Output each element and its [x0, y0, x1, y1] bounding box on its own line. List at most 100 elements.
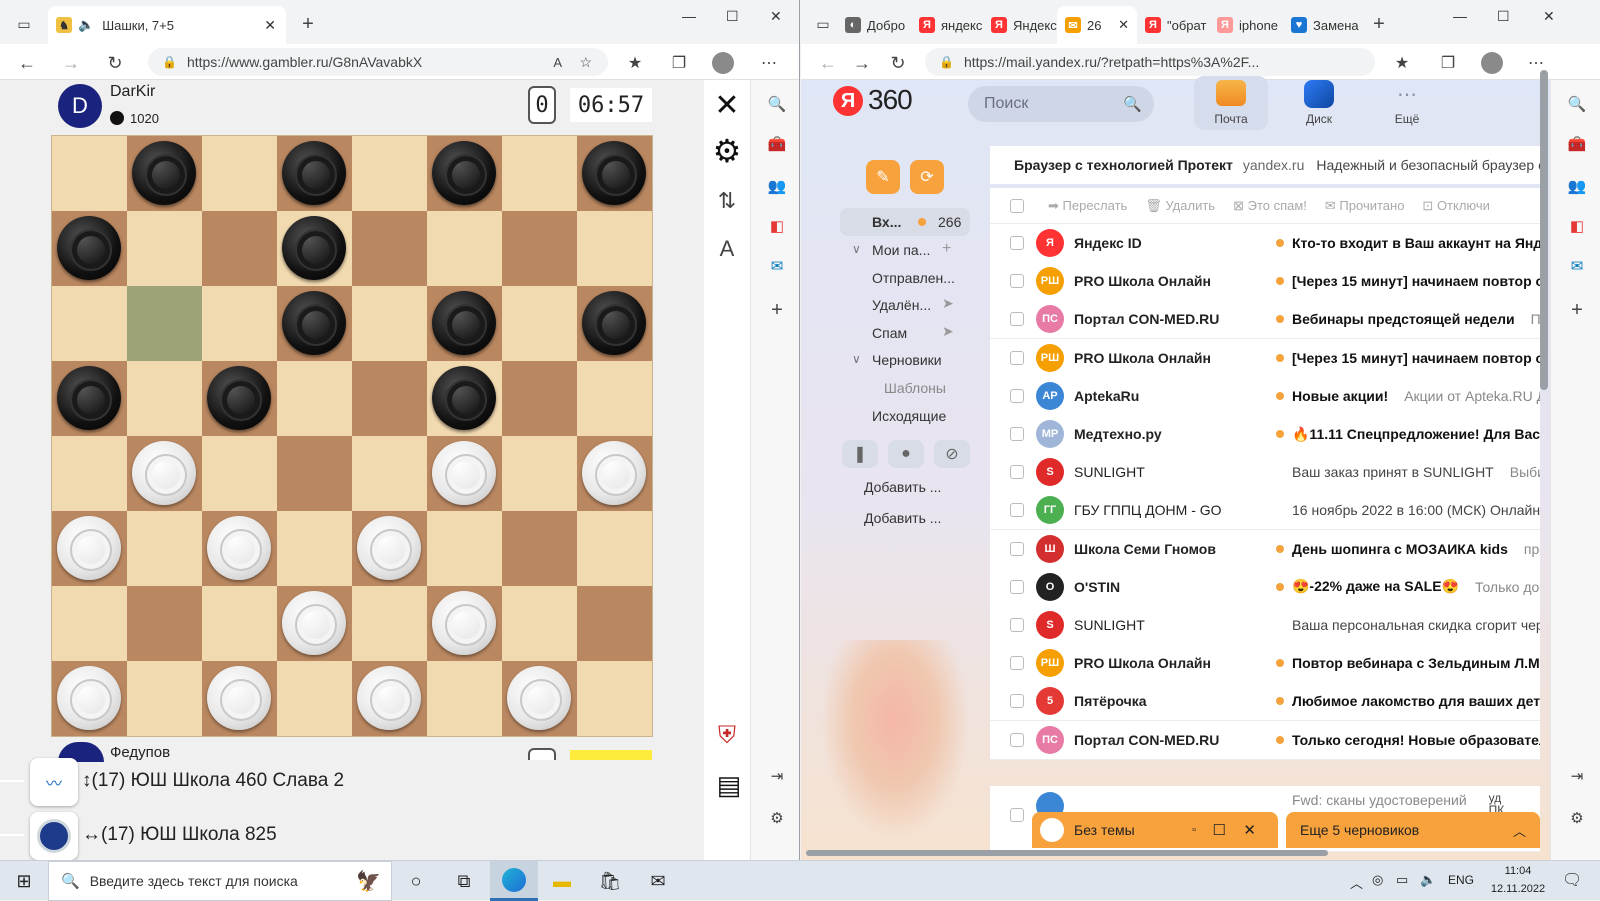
black-checker[interactable] [282, 216, 346, 280]
tab-close-icon[interactable]: ✕ [1118, 17, 1129, 33]
tab-2[interactable]: Яяндекс [911, 6, 983, 44]
row-checkbox[interactable] [1010, 388, 1024, 403]
white-checker[interactable] [432, 441, 496, 505]
board-square[interactable] [127, 211, 202, 286]
board-square[interactable] [352, 211, 427, 286]
collections-icon[interactable]: ❐ [1437, 52, 1459, 74]
board-square[interactable] [52, 511, 127, 586]
black-checker[interactable] [582, 141, 646, 205]
board-square[interactable] [352, 436, 427, 511]
minimize-icon[interactable]: — [682, 8, 696, 24]
close-draft-icon[interactable]: ✕ [1243, 821, 1256, 839]
app-disk[interactable]: Диск [1282, 76, 1356, 130]
board-square[interactable] [127, 661, 202, 736]
file-explorer-icon[interactable]: ▬ [538, 861, 586, 901]
email-row[interactable]: МР Медтехно.ру 🔥11.11 Спецпредложение! Для… [990, 415, 1540, 454]
clock-date[interactable]: 12.11.2022 [1486, 883, 1550, 895]
board-square[interactable] [577, 361, 652, 436]
url-field[interactable]: 🔒 https://mail.yandex.ru/?retpath=https%… [925, 48, 1375, 76]
close-window-icon[interactable]: ✕ [1543, 8, 1555, 25]
board-square[interactable] [352, 136, 427, 211]
board-square[interactable] [577, 211, 652, 286]
cortana-icon[interactable]: ○ [392, 861, 440, 901]
board-square[interactable] [202, 286, 277, 361]
board-square[interactable] [52, 586, 127, 661]
folder-my-folders[interactable]: Мои па... [872, 242, 930, 258]
favorites-icon[interactable]: ★ [624, 52, 646, 74]
tab-5[interactable]: Я "обрат [1137, 6, 1209, 44]
black-checker[interactable] [57, 366, 121, 430]
hide-sidebar-icon[interactable]: ⇥ [1563, 762, 1591, 790]
tab-1[interactable]: ◐ Добро [837, 6, 911, 44]
search-icon[interactable]: 🔍 [763, 90, 791, 118]
more-drafts-bar[interactable]: Еще 5 черновиков ︿ [1286, 812, 1540, 848]
mark-read-button[interactable]: ✉ Прочитано [1325, 198, 1405, 214]
favorite-add-icon[interactable]: ☆ [579, 54, 592, 71]
refresh-mail-icon[interactable]: ⟳ [910, 160, 944, 194]
email-row[interactable]: S SUNLIGHT Ваш заказ принят в SUNLIGHT Выби… [990, 453, 1540, 493]
unread-dot[interactable] [1276, 277, 1284, 286]
folder-drafts[interactable]: Черновики [872, 352, 942, 368]
white-checker[interactable] [132, 441, 196, 505]
board-square[interactable] [502, 211, 577, 286]
unread-dot[interactable] [1276, 544, 1284, 553]
unsubscribe-button[interactable]: ⊡ Отключи [1422, 198, 1490, 214]
folder-sent[interactable]: Отправлен... [872, 270, 955, 286]
unread-dot[interactable] [1276, 582, 1284, 591]
board-square[interactable] [202, 511, 277, 586]
unread-dot[interactable] [1276, 697, 1284, 706]
add-label-link[interactable]: Добавить ... [864, 479, 941, 495]
maximize-icon[interactable]: ☐ [726, 8, 739, 25]
font-icon[interactable]: A [710, 232, 744, 266]
unread-dot[interactable] [1276, 239, 1284, 247]
shield-icon[interactable]: ⛨ [712, 718, 742, 754]
board-square[interactable] [577, 436, 652, 511]
camera-icon[interactable]: ◎ [1372, 872, 1383, 888]
tools-icon[interactable]: 🧰 [763, 130, 791, 158]
black-checker[interactable] [582, 291, 646, 355]
board-square[interactable] [202, 361, 277, 436]
outlook-icon[interactable]: ✉ [1563, 252, 1591, 280]
add-folder-icon[interactable]: + [942, 240, 951, 258]
new-tab-icon[interactable]: + [1367, 12, 1391, 36]
back-icon[interactable]: ← [16, 52, 38, 74]
attachment-filter-icon[interactable]: ⊘ [934, 440, 970, 468]
language-indicator[interactable]: ENG [1448, 873, 1474, 887]
board-square[interactable] [202, 211, 277, 286]
gear-icon[interactable]: ⚙ [710, 133, 744, 169]
board-square[interactable] [52, 661, 127, 736]
compose-icon[interactable]: ✎ [866, 160, 900, 194]
board-square[interactable] [502, 661, 577, 736]
black-checker[interactable] [282, 291, 346, 355]
email-row[interactable]: S SUNLIGHT Ваша персональная скидка сгорит… [990, 606, 1540, 645]
board-square[interactable] [277, 361, 352, 436]
board-square[interactable] [127, 286, 202, 361]
checkers-board[interactable] [52, 136, 652, 736]
unread-dot[interactable] [1276, 735, 1284, 744]
forward-icon[interactable]: → [60, 52, 82, 74]
email-row[interactable]: AP AptekaRu Новые акции! Акции от Apteka.RU… [990, 376, 1540, 416]
store-icon[interactable]: 🛍 [586, 861, 634, 901]
tab-6[interactable]: Яiphone [1209, 6, 1283, 44]
chevron-up-icon[interactable]: ︿ [1513, 821, 1526, 840]
black-checker[interactable] [432, 141, 496, 205]
tab-3[interactable]: Я Яндекс [983, 6, 1057, 44]
profile-avatar[interactable] [712, 52, 734, 74]
delete-button[interactable]: 🗑 Удалить [1145, 198, 1215, 214]
email-row[interactable]: Я Яндекс ID Кто-то входит в Ваш аккаунт на… [990, 224, 1540, 263]
folder-spam[interactable]: Спам [872, 325, 907, 341]
board-square[interactable] [427, 511, 502, 586]
board-square[interactable] [277, 586, 352, 661]
board-square[interactable] [502, 436, 577, 511]
folder-templates[interactable]: Шаблоны [884, 380, 946, 396]
folder-deleted[interactable]: Удалён... [872, 297, 931, 313]
email-row[interactable]: ПС Портал CON-MED.RU Вебинары предстоящей … [990, 300, 1540, 340]
board-square[interactable] [502, 586, 577, 661]
board-square[interactable] [577, 136, 652, 211]
tools-icon[interactable]: 🧰 [1563, 130, 1591, 158]
board-square[interactable] [427, 136, 502, 211]
board-square[interactable] [127, 436, 202, 511]
row-checkbox[interactable] [1010, 350, 1024, 365]
mail-app-taskbar-icon[interactable]: ✉ [634, 861, 682, 901]
white-checker[interactable] [207, 666, 271, 730]
